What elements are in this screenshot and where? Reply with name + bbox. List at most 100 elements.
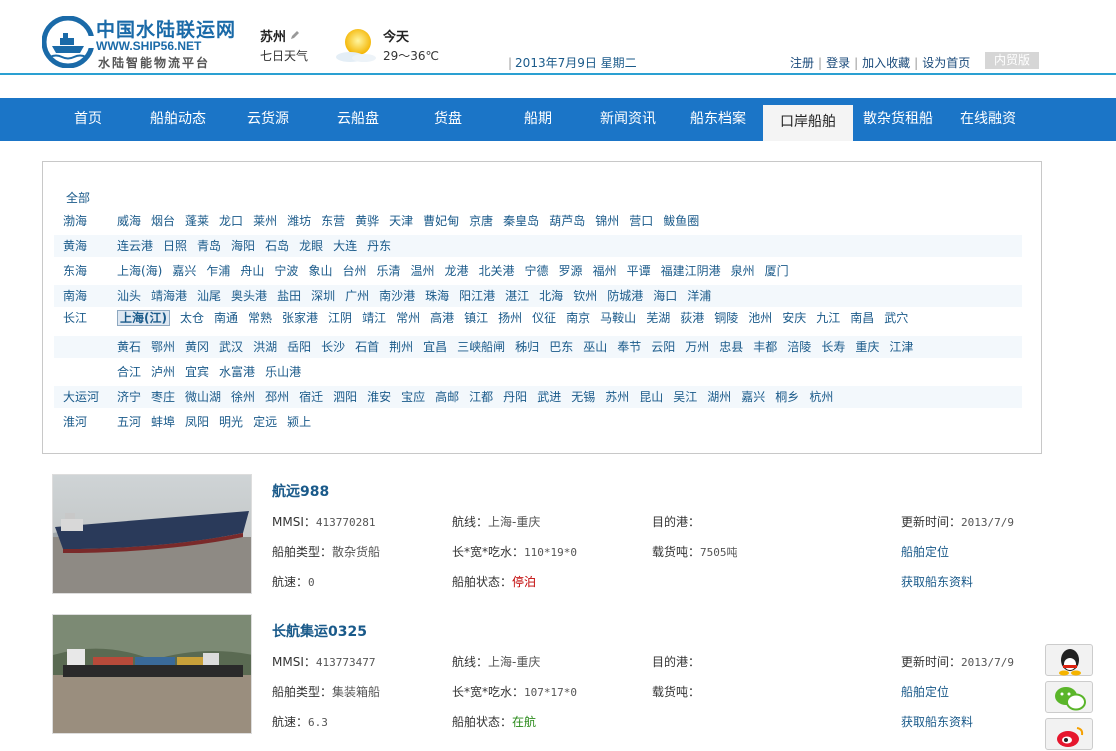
qq-icon[interactable] — [1045, 644, 1093, 676]
port-link[interactable]: 奥头港 — [231, 289, 267, 303]
region-label[interactable]: 黄海 — [63, 235, 87, 257]
port-link[interactable]: 盐田 — [277, 289, 301, 303]
port-link[interactable]: 重庆 — [855, 340, 879, 354]
port-link[interactable]: 罗源 — [559, 264, 583, 278]
port-link[interactable]: 岳阳 — [287, 340, 311, 354]
port-link[interactable]: 荻港 — [680, 311, 704, 325]
port-link[interactable]: 太仓 — [180, 311, 204, 325]
port-link[interactable]: 常州 — [396, 311, 420, 325]
nav-owner-archive[interactable]: 船东档案 — [673, 98, 763, 141]
port-link-active[interactable]: 上海(江) — [117, 310, 170, 326]
port-link[interactable]: 温州 — [410, 264, 434, 278]
port-link[interactable]: 嘉兴 — [741, 390, 765, 404]
port-link[interactable]: 汕头 — [117, 289, 141, 303]
port-link[interactable]: 黄冈 — [185, 340, 209, 354]
port-link[interactable]: 海阳 — [231, 239, 255, 253]
site-logo[interactable]: 中国水陆联运网 WWW.SHIP56.NET 水陆智能物流平台 — [42, 14, 242, 72]
port-link[interactable]: 东营 — [321, 214, 345, 228]
port-link[interactable]: 九江 — [816, 311, 840, 325]
port-link[interactable]: 上海(海) — [117, 264, 162, 278]
port-link[interactable]: 靖海港 — [151, 289, 187, 303]
port-link[interactable]: 徐州 — [231, 390, 255, 404]
port-link[interactable]: 宿迁 — [299, 390, 323, 404]
port-link[interactable]: 深圳 — [311, 289, 335, 303]
port-link[interactable]: 安庆 — [782, 311, 806, 325]
port-link[interactable]: 阳江港 — [459, 289, 495, 303]
port-link[interactable]: 南通 — [214, 311, 238, 325]
region-label[interactable]: 大运河 — [63, 386, 99, 408]
port-link[interactable]: 南沙港 — [379, 289, 415, 303]
port-link[interactable]: 丹东 — [367, 239, 391, 253]
wechat-icon[interactable] — [1045, 681, 1093, 713]
port-link[interactable]: 厦门 — [765, 264, 789, 278]
port-link[interactable]: 黄石 — [117, 340, 141, 354]
port-link[interactable]: 江津 — [889, 340, 913, 354]
port-link[interactable]: 邳州 — [265, 390, 289, 404]
ship-locate-link[interactable]: 船舶定位 — [901, 683, 949, 700]
port-link[interactable]: 威海 — [117, 214, 141, 228]
set-homepage-link[interactable]: 设为首页 — [922, 56, 970, 70]
port-link[interactable]: 莱州 — [253, 214, 277, 228]
nav-ship-dynamics[interactable]: 船舶动态 — [133, 98, 223, 141]
port-link[interactable]: 石岛 — [265, 239, 289, 253]
port-link[interactable]: 长寿 — [821, 340, 845, 354]
port-link[interactable]: 嘉兴 — [172, 264, 196, 278]
region-label[interactable]: 南海 — [63, 285, 87, 307]
port-link[interactable]: 北海 — [539, 289, 563, 303]
current-city[interactable]: 苏州 — [260, 26, 286, 45]
port-link[interactable]: 江阴 — [328, 311, 352, 325]
nav-schedule[interactable]: 船期 — [493, 98, 583, 141]
port-link[interactable]: 龙口 — [219, 214, 243, 228]
port-link[interactable]: 杭州 — [809, 390, 833, 404]
port-link[interactable]: 靖江 — [362, 311, 386, 325]
port-link[interactable]: 湛江 — [505, 289, 529, 303]
port-link[interactable]: 五河 — [117, 415, 141, 429]
port-link[interactable]: 乐清 — [376, 264, 400, 278]
port-link[interactable]: 武汉 — [219, 340, 243, 354]
port-link[interactable]: 泗阳 — [333, 390, 357, 404]
port-link[interactable]: 万州 — [685, 340, 709, 354]
port-link[interactable]: 珠海 — [425, 289, 449, 303]
port-link[interactable]: 武进 — [537, 390, 561, 404]
port-link[interactable]: 涪陵 — [787, 340, 811, 354]
domestic-version-button[interactable]: 内贸版 — [985, 52, 1039, 69]
port-link[interactable]: 泸州 — [151, 365, 175, 379]
port-link[interactable]: 龙眼 — [299, 239, 323, 253]
region-label[interactable]: 长江 — [63, 307, 87, 329]
port-link[interactable]: 曹妃甸 — [423, 214, 459, 228]
port-link[interactable]: 宁德 — [525, 264, 549, 278]
port-link[interactable]: 微山湖 — [185, 390, 221, 404]
port-link[interactable]: 洋浦 — [687, 289, 711, 303]
port-link[interactable]: 京唐 — [469, 214, 493, 228]
port-link[interactable]: 海口 — [653, 289, 677, 303]
port-link[interactable]: 大连 — [333, 239, 357, 253]
port-link[interactable]: 广州 — [345, 289, 369, 303]
port-link[interactable]: 定远 — [253, 415, 277, 429]
port-link[interactable]: 舟山 — [240, 264, 264, 278]
ship-photo[interactable] — [52, 614, 252, 734]
port-link[interactable]: 秭归 — [515, 340, 539, 354]
port-link[interactable]: 平谭 — [627, 264, 651, 278]
port-link[interactable]: 福建江阴港 — [661, 264, 721, 278]
port-link[interactable]: 防城港 — [607, 289, 643, 303]
seven-day-weather-link[interactable]: 七日天气 — [260, 47, 308, 64]
nav-cargo[interactable]: 货盘 — [403, 98, 493, 141]
port-link[interactable]: 宜昌 — [423, 340, 447, 354]
port-link[interactable]: 丰都 — [753, 340, 777, 354]
port-link[interactable]: 淮安 — [367, 390, 391, 404]
port-link[interactable]: 福州 — [593, 264, 617, 278]
register-link[interactable]: 注册 — [790, 56, 814, 70]
port-link[interactable]: 宝应 — [401, 390, 425, 404]
ship-name-link[interactable]: 航远988 — [272, 481, 329, 501]
port-link[interactable]: 洪湖 — [253, 340, 277, 354]
nav-cloud-cargo[interactable]: 云货源 — [223, 98, 313, 141]
port-link[interactable]: 蓬莱 — [185, 214, 209, 228]
port-link[interactable]: 镇江 — [464, 311, 488, 325]
port-link[interactable]: 象山 — [308, 264, 332, 278]
port-link[interactable]: 长沙 — [321, 340, 345, 354]
add-favorite-link[interactable]: 加入收藏 — [862, 56, 910, 70]
nav-news[interactable]: 新闻资讯 — [583, 98, 673, 141]
port-link[interactable]: 汕尾 — [197, 289, 221, 303]
port-link[interactable]: 枣庄 — [151, 390, 175, 404]
port-link[interactable]: 石首 — [355, 340, 379, 354]
